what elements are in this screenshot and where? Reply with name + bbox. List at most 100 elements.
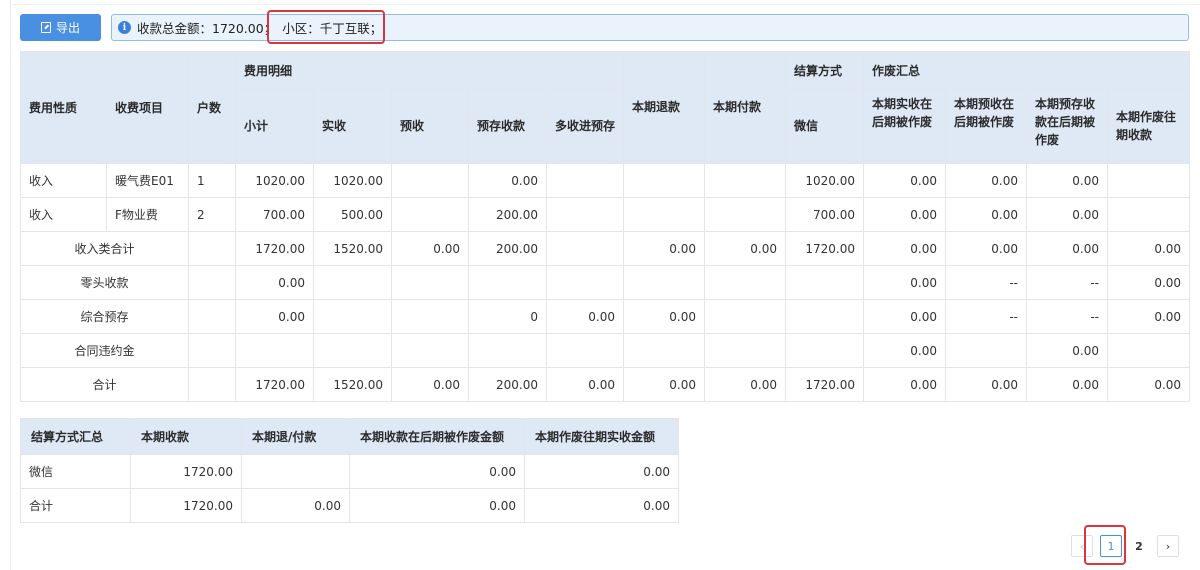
cell-summary-label: 综合预存 [20,299,189,334]
page-button-2[interactable]: 2 [1128,535,1150,557]
cell-v2: -- [945,265,1028,300]
cell-prestore [468,333,547,368]
header-settle-group: 结算方式 [785,51,865,89]
cell-v2: 0.00 [945,197,1028,232]
header-void-actual: 本期实收在后期被作废 [863,88,947,164]
cell-households [188,367,236,402]
settle-cell: 1720.00 [130,454,242,489]
total-amount-text: 收款总金额：1720.00； [137,21,277,36]
cell-advance [391,265,469,300]
cell-payment [704,163,787,198]
settle-cell: 0.00 [349,454,525,489]
settle-cell: 0.00 [524,454,679,489]
cell-advance: 0.00 [391,367,469,402]
cell-subtotal: 1720.00 [235,231,314,266]
settle-header-received: 本期收款 [130,418,242,455]
cell-actual: 1020.00 [313,163,392,198]
cell-v4 [1107,197,1191,232]
header-households: 户数 [188,51,236,164]
cell-prestore: 200.00 [468,231,547,266]
cell-households [188,299,236,334]
cell-prestore: 0.00 [468,163,547,198]
cell-v1: 0.00 [863,299,947,334]
settle-cell: 0.00 [241,488,350,523]
cell-v2: 0.00 [945,231,1028,266]
cell-v1: 0.00 [863,333,947,368]
cell-v2 [945,333,1028,368]
cell-v4: 0.00 [1107,367,1191,402]
cell-prestore: 200.00 [468,367,547,402]
settle-cell: 1720.00 [130,488,242,523]
cell-item: 暖气费E01 [106,163,189,198]
cell-v3: 0.00 [1026,231,1109,266]
table-row: 收入类合计 1720.00 1520.00 0.00 200.00 0.00 0.00 172… [20,231,1191,266]
cell-v1: 0.00 [863,163,947,198]
cell-refund: 0.00 [623,299,706,334]
cell-actual [313,299,392,334]
cell-summary-label: 收入类合计 [20,231,189,266]
cell-v4: 0.00 [1107,299,1191,334]
top-rule [10,4,1200,5]
next-page-button[interactable]: › [1157,535,1179,557]
header-actual: 实收 [313,88,392,164]
cell-v1: 0.00 [863,231,947,266]
export-button[interactable]: 导出 [20,14,101,41]
cell-subtotal: 1720.00 [235,367,314,402]
page-button-1[interactable]: 1 [1100,535,1122,557]
cell-prestore [468,265,547,300]
cell-v1: 0.00 [863,265,947,300]
cell-overpay: 0.00 [545,299,625,334]
cell-advance [391,333,469,368]
cell-wechat [785,299,865,334]
cell-refund: 0.00 [623,367,706,402]
header-void-prestore: 本期预存收款在后期被作废 [1026,88,1109,164]
left-rule [10,0,11,570]
info-icon: i [118,21,131,34]
cell-wechat [785,265,865,300]
cell-item: F物业费 [106,197,189,232]
header-item: 收费项目 [106,51,189,164]
prev-page-button[interactable]: ‹ [1071,535,1093,557]
cell-refund [623,163,706,198]
header-refund: 本期退款 [623,51,706,164]
fee-detail-table: 费用性质 收费项目 户数 费用明细 本期退款 本期付款 结算方式 作废汇总 小计… [20,51,1191,402]
table-row: 零头收款 0.00 0.00 -- -- 0.00 [20,265,1191,300]
cell-summary-label: 合同违约金 [20,333,189,368]
cell-households [188,231,236,266]
header-void-group: 作废汇总 [863,51,1191,89]
cell-prestore: 0 [468,299,547,334]
cell-summary-label: 零头收款 [20,265,189,300]
cell-v2: 0.00 [945,163,1028,198]
summary-info-bar: i 收款总金额：1720.00； 小区：千丁互联； [111,14,1189,41]
table-row: 综合预存 0.00 0 0.00 0.00 0.00 -- -- 0.00 [20,299,1191,334]
table-row: 收入 F物业费 2 700.00 500.00 200.00 700.00 0.00 0.00 0… [20,197,1191,232]
header-wechat: 微信 [785,88,865,164]
cell-v1: 0.00 [863,367,947,402]
cell-actual: 500.00 [313,197,392,232]
cell-payment [704,197,787,232]
cell-payment: 0.00 [704,367,787,402]
cell-nature: 收入 [20,197,107,232]
header-payment: 本期付款 [704,51,787,164]
cell-v2: 0.00 [945,367,1028,402]
header-void-advance: 本期预收在后期被作废 [945,88,1028,164]
cell-v3: 0.00 [1026,197,1109,232]
header-overpay-prestore: 多收进预存 [545,88,625,164]
settlement-summary-table: 结算方式汇总 本期收款 本期退/付款 本期收款在后期被作废金额 本期作废往期实收… [20,418,679,523]
cell-prestore: 200.00 [468,197,547,232]
cell-v4: 0.00 [1107,265,1191,300]
cell-households [188,265,236,300]
settle-cell: 微信 [20,454,131,489]
cell-v3: 0.00 [1026,163,1109,198]
cell-subtotal [235,333,314,368]
header-detail-group: 费用明细 [234,51,625,89]
cell-wechat: 700.00 [785,197,865,232]
cell-advance: 0.00 [391,231,469,266]
community-text: 小区：千丁互联； [282,21,383,36]
cell-v3: -- [1026,299,1109,334]
cell-actual [313,333,392,368]
table-row: 合计 1720.00 0.00 0.00 0.00 [20,488,679,523]
cell-actual: 1520.00 [313,231,392,266]
cell-payment [704,299,787,334]
cell-overpay [545,197,625,232]
